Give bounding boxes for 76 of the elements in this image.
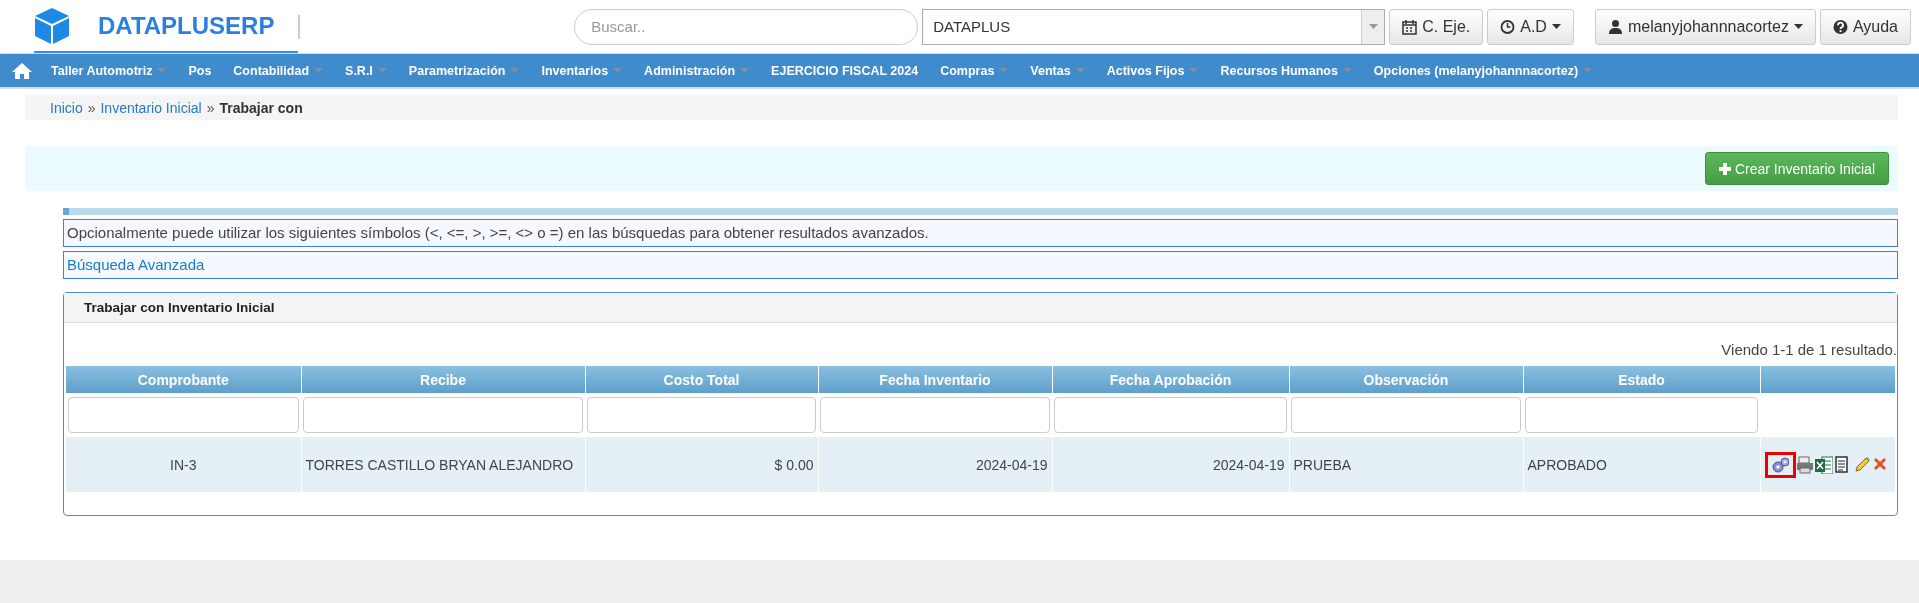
caret-icon <box>1189 68 1199 73</box>
filter-field[interactable] <box>1291 397 1521 433</box>
printer-icon[interactable] <box>1795 455 1814 474</box>
table-cell: 2024-04-19 <box>1052 437 1289 492</box>
table-cell: PRUEBA <box>1289 437 1523 492</box>
menu-item[interactable]: Pos <box>177 63 223 78</box>
menu-item[interactable]: Activos Fijos <box>1095 63 1210 78</box>
calendar-icon <box>1402 18 1418 35</box>
caret-icon <box>1793 24 1803 29</box>
breadcrumb-link[interactable]: Inicio <box>50 99 83 116</box>
column-header[interactable]: Fecha Aprobación <box>1052 366 1289 393</box>
company-select[interactable]: DATAPLUS <box>922 8 1386 45</box>
caret-icon <box>1075 68 1085 73</box>
clock-button[interactable]: A.D <box>1487 8 1574 45</box>
hint-text: Opcionalmente puede utilizar los siguientes símbolos (<, <=, >, >=, <> o =) en las búsquedas para obtener resultados avanzados. <box>63 219 1898 247</box>
menu-item[interactable]: Taller Automotriz <box>40 63 178 78</box>
table-cell: APROBADO <box>1523 437 1760 492</box>
caret-icon <box>314 68 324 73</box>
menu-item[interactable]: Inventarios <box>530 63 634 78</box>
caret-icon <box>510 68 520 73</box>
plus-icon <box>1718 162 1731 175</box>
caret-icon <box>1551 24 1561 29</box>
filter-field[interactable] <box>820 397 1050 433</box>
column-header[interactable]: Costo Total <box>585 366 818 393</box>
help-button[interactable]: Ayuda <box>1819 8 1911 45</box>
column-header[interactable]: Comprobante <box>66 366 301 393</box>
breadcrumb-link[interactable]: Inventario Inicial <box>100 99 202 116</box>
user-button[interactable]: melanyjohannnacortez <box>1594 8 1816 45</box>
breadcrumb-current: Trabajar con <box>219 99 303 116</box>
caret-icon <box>1342 68 1352 73</box>
filter-field[interactable] <box>1054 397 1287 433</box>
menu-item[interactable]: Contabilidad <box>222 63 335 78</box>
help-icon <box>1832 18 1848 35</box>
menu-item[interactable]: Parametrización <box>397 63 531 78</box>
filter-field[interactable] <box>1525 397 1758 433</box>
result-summary: Viendo 1-1 de 1 resultado. <box>1721 341 1897 358</box>
caret-icon <box>613 68 623 73</box>
column-header[interactable]: Fecha Inventario <box>818 366 1052 393</box>
caret-icon <box>1368 24 1378 29</box>
search-field[interactable]: Buscar.. <box>574 8 919 45</box>
pencil-icon[interactable] <box>1852 455 1871 474</box>
column-header[interactable]: Estado <box>1523 366 1760 393</box>
table-cell: TORRES CASTILLO BRYAN ALEJANDRO <box>301 437 585 492</box>
cube-icon <box>34 6 70 45</box>
table-cell: 2024-04-19 <box>818 437 1052 492</box>
menu-item[interactable]: EJERCICIO FISCAL 2024 <box>760 63 930 78</box>
create-button[interactable]: Crear Inventario Inicial <box>1704 152 1889 185</box>
table-cell: $ 0.00 <box>585 437 818 492</box>
caret-icon <box>1583 68 1593 73</box>
column-header[interactable]: Observación <box>1289 366 1523 393</box>
brand-name: DATAPLUSERP <box>98 11 275 40</box>
gears-icon[interactable] <box>1770 455 1789 474</box>
home-icon <box>12 62 32 79</box>
table-cell: IN-3 <box>66 437 301 492</box>
clock-icon <box>1500 18 1516 35</box>
menu-item[interactable]: Ventas <box>1019 63 1096 78</box>
menu-item[interactable]: Recursos Humanos <box>1209 63 1363 78</box>
caret-icon <box>999 68 1009 73</box>
menu-item[interactable]: S.R.I <box>334 63 398 78</box>
caret-icon <box>377 68 387 73</box>
filter-field[interactable] <box>303 397 583 433</box>
spreadsheet-icon[interactable] <box>1814 455 1833 474</box>
advanced-search-link[interactable]: Búsqueda Avanzada <box>67 256 205 273</box>
menu-item[interactable]: Opciones (melanyjohannnacortez) <box>1362 63 1604 78</box>
calendar-button[interactable]: C. Eje. <box>1389 8 1484 45</box>
column-header[interactable]: Recibe <box>301 366 585 393</box>
breadcrumb-separator: » <box>206 99 215 116</box>
filter-field[interactable] <box>68 397 299 433</box>
menu-item[interactable]: Administración <box>633 63 761 78</box>
caret-icon <box>740 68 750 73</box>
filter-field[interactable] <box>587 397 816 433</box>
breadcrumb-separator: » <box>87 99 96 116</box>
menu-item[interactable]: Compras <box>929 63 1020 78</box>
caret-icon <box>157 68 167 73</box>
user-icon <box>1607 18 1623 35</box>
panel-title: Trabajar con Inventario Inicial <box>64 293 1897 323</box>
